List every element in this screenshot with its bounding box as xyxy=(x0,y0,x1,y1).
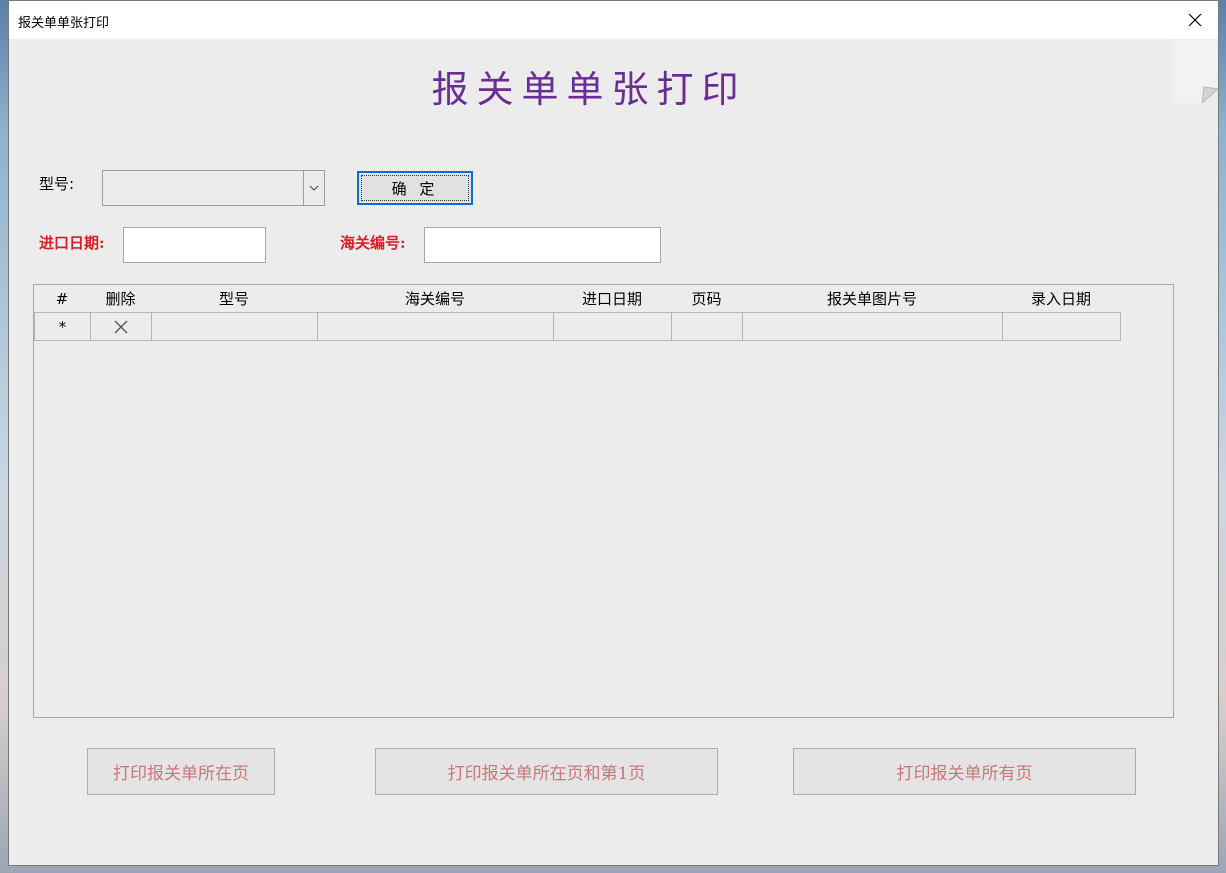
delete-x-icon xyxy=(114,320,128,333)
chevron-down-icon xyxy=(309,185,319,191)
column-header-entry-date: 录入日期 xyxy=(1030,290,1091,308)
customs-no-cell[interactable] xyxy=(317,312,554,341)
column-header-index: # xyxy=(55,289,69,308)
close-button[interactable] xyxy=(1172,1,1218,39)
import-date-cell[interactable] xyxy=(553,312,672,341)
model-combobox[interactable] xyxy=(102,170,325,206)
print-current-page-button[interactable]: 打印报关单所在页 xyxy=(87,748,275,795)
entry-date-cell[interactable] xyxy=(1002,312,1121,341)
delete-row-button[interactable] xyxy=(90,312,152,341)
column-header-import-date: 进口日期 xyxy=(581,290,642,308)
customs-no-input[interactable] xyxy=(424,227,661,263)
new-row-marker: * xyxy=(34,312,91,341)
column-header-page-no: 页码 xyxy=(691,290,722,308)
customs-no-label: 海关编号: xyxy=(340,234,406,252)
print-window: 报关单单张打印 报关单单张打印 型号: 确 定 进口日期: 海关编号: # 删除… xyxy=(8,0,1219,866)
import-date-label: 进口日期: xyxy=(39,234,105,252)
column-header-delete: 删除 xyxy=(105,290,136,308)
confirm-button[interactable]: 确 定 xyxy=(357,171,473,205)
column-header-image-no: 报关单图片号 xyxy=(826,290,917,308)
print-current-and-first-page-button[interactable]: 打印报关单所在页和第1页 xyxy=(375,748,718,795)
window-title: 报关单单张打印 xyxy=(18,16,110,31)
import-date-input[interactable] xyxy=(123,227,266,263)
combobox-dropdown-button[interactable] xyxy=(303,171,324,205)
page-heading: 报关单单张打印 xyxy=(431,68,747,111)
page-curl-icon xyxy=(1172,39,1218,103)
close-icon xyxy=(1188,13,1202,27)
records-grid: # 删除 型号 海关编号 进口日期 页码 报关单图片号 录入日期 * xyxy=(33,284,1174,718)
focus-rect xyxy=(361,175,469,201)
column-header-customs-no: 海关编号 xyxy=(404,290,465,308)
model-cell[interactable] xyxy=(151,312,318,341)
print-all-pages-button[interactable]: 打印报关单所有页 xyxy=(793,748,1136,795)
column-header-model: 型号 xyxy=(218,290,249,308)
page-no-cell[interactable] xyxy=(671,312,743,341)
image-no-cell[interactable] xyxy=(742,312,1003,341)
model-label: 型号: xyxy=(39,175,75,193)
title-bar: 报关单单张打印 xyxy=(9,1,1218,39)
